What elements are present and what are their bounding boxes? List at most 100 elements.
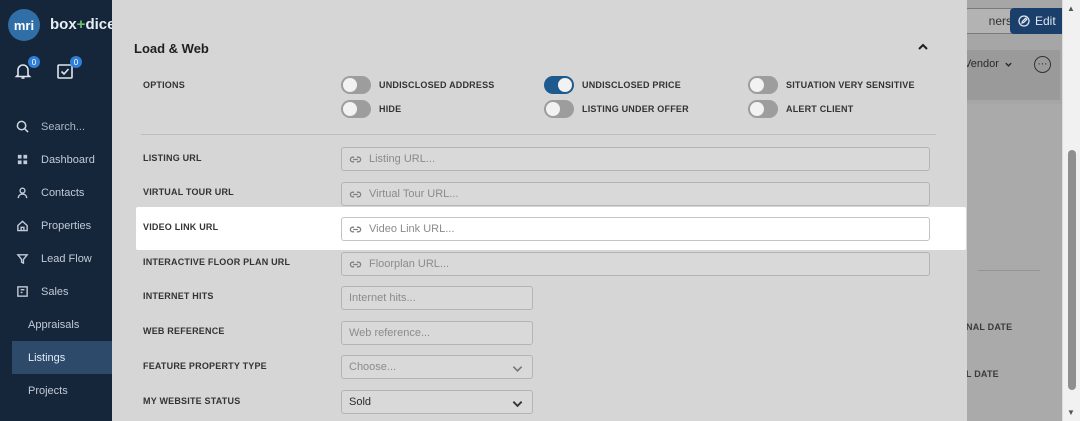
toggle-switch[interactable] — [748, 100, 778, 118]
sidebar-item-sales[interactable]: Sales — [0, 275, 112, 308]
my-website-status-label: MY WEBSITE STATUS — [143, 396, 241, 406]
option-situation-very-sensitive[interactable]: SITUATION VERY SENSITIVE — [748, 76, 915, 94]
sidebar-item-label: Lead Flow — [41, 252, 92, 265]
chevron-down-icon — [512, 401, 523, 408]
sidebar-item-contacts[interactable]: Contacts — [0, 176, 112, 209]
sidebar-item-projects[interactable]: Projects — [0, 374, 112, 407]
option-undisclosed-price[interactable]: UNDISCLOSED PRICE — [544, 76, 681, 94]
chevron-down-icon — [512, 366, 523, 373]
search-icon — [16, 120, 29, 133]
user-icon — [17, 187, 28, 199]
listing-url-placeholder: Listing URL... — [369, 153, 436, 165]
toggle-switch[interactable] — [544, 76, 574, 94]
load-web-modal: Load & Web OPTIONS UNDISCLOSED ADDRESS U… — [112, 0, 967, 421]
web-reference-label: WEB REFERENCE — [143, 326, 225, 336]
feature-property-type-label: FEATURE PROPERTY TYPE — [143, 361, 267, 371]
toggle-switch[interactable] — [341, 100, 371, 118]
option-label: LISTING UNDER OFFER — [582, 104, 689, 114]
grid-icon — [17, 154, 28, 165]
my-website-status-select[interactable]: Sold — [341, 390, 533, 414]
option-alert-client[interactable]: ALERT CLIENT — [748, 100, 853, 118]
web-reference-placeholder: Web reference... — [349, 327, 431, 339]
notification-badge: 0 — [28, 56, 40, 68]
virtual-tour-url-label: VIRTUAL TOUR URL — [143, 187, 234, 197]
sidebar-item-label: Sales — [41, 285, 69, 298]
page-scrollbar[interactable]: ▲ ▼ — [1062, 0, 1080, 421]
floor-plan-url-placeholder: Floorplan URL... — [369, 258, 450, 270]
sidebar-item-properties[interactable]: Properties — [0, 209, 112, 242]
sidebar-item-listings[interactable]: Listings — [12, 341, 112, 374]
toggle-switch[interactable] — [341, 76, 371, 94]
internet-hits-input[interactable]: Internet hits... — [341, 286, 533, 310]
sales-icon — [17, 286, 28, 297]
virtual-tour-url-input[interactable]: Virtual Tour URL... — [341, 182, 930, 206]
web-reference-input[interactable]: Web reference... — [341, 321, 533, 345]
more-options-icon[interactable]: ⋯ — [1034, 56, 1051, 73]
link-icon — [349, 261, 362, 267]
bell-icon[interactable]: 0 — [14, 56, 40, 80]
owners-label: ners — [988, 14, 1012, 28]
home-icon — [17, 220, 28, 232]
sidebar-item-appraisals[interactable]: Appraisals — [0, 308, 112, 341]
chevron-up-icon[interactable] — [916, 40, 930, 54]
virtual-tour-url-placeholder: Virtual Tour URL... — [369, 188, 459, 200]
brand-right: dice — [85, 16, 116, 33]
sidebar: mri box+dice 0 0 Search... Dashboard Con… — [0, 0, 115, 421]
sidebar-item-label: Properties — [41, 219, 92, 232]
toggle-switch[interactable] — [748, 76, 778, 94]
options-label: OPTIONS — [143, 80, 185, 90]
scroll-up-arrow-icon[interactable]: ▲ — [1067, 4, 1075, 13]
floor-plan-url-label: INTERACTIVE FLOOR PLAN URL — [143, 257, 291, 267]
funnel-icon — [16, 254, 29, 265]
sidebar-item-lead-flow[interactable]: Lead Flow — [0, 242, 112, 275]
scroll-down-arrow-icon[interactable]: ▼ — [1067, 408, 1075, 417]
video-link-url-input[interactable]: Video Link URL... — [341, 217, 930, 241]
scroll-thumb[interactable] — [1068, 150, 1076, 390]
link-icon — [349, 226, 362, 232]
my-website-status-value: Sold — [349, 396, 372, 408]
brand-name: box+dice — [50, 16, 115, 33]
edit-label: Edit — [1035, 14, 1056, 28]
section-divider — [141, 134, 936, 135]
task-check-icon[interactable]: 0 — [56, 56, 82, 80]
feature-property-type-placeholder: Choose... — [349, 361, 397, 373]
chevron-down-icon — [1005, 62, 1012, 67]
link-icon — [349, 191, 362, 197]
task-badge: 0 — [70, 56, 82, 68]
sidebar-sub-label: Projects — [28, 384, 68, 397]
floor-plan-url-input[interactable]: Floorplan URL... — [341, 252, 930, 276]
sidebar-nav: Search... Dashboard Contacts Properties … — [0, 110, 112, 407]
sidebar-item-dashboard[interactable]: Dashboard — [0, 143, 112, 176]
listing-url-label: LISTING URL — [143, 153, 202, 163]
video-link-url-label: VIDEO LINK URL — [143, 222, 219, 232]
internet-hits-placeholder: Internet hits... — [349, 292, 416, 304]
edit-button[interactable]: Edit — [1010, 8, 1068, 34]
option-listing-under-offer[interactable]: LISTING UNDER OFFER — [544, 100, 689, 118]
internet-hits-label: INTERNET HITS — [143, 291, 214, 301]
mri-logo[interactable]: mri — [8, 9, 40, 41]
option-label: HIDE — [379, 104, 402, 114]
option-hide[interactable]: HIDE — [341, 100, 401, 118]
sidebar-search-label: Search... — [41, 120, 86, 133]
video-link-url-placeholder: Video Link URL... — [369, 223, 455, 235]
sidebar-search[interactable]: Search... — [0, 110, 112, 143]
feature-property-type-select[interactable]: Choose... — [341, 355, 533, 379]
edit-pencil-icon — [1018, 15, 1030, 27]
option-undisclosed-address[interactable]: UNDISCLOSED ADDRESS — [341, 76, 494, 94]
option-label: UNDISCLOSED PRICE — [582, 80, 681, 90]
background-label: NAL DATE — [966, 322, 1013, 332]
vendor-select[interactable]: Vendor — [964, 58, 1013, 70]
option-label: ALERT CLIENT — [786, 104, 854, 114]
top-icons: 0 0 — [14, 56, 82, 80]
listing-url-input[interactable]: Listing URL... — [341, 147, 930, 171]
toggle-switch[interactable] — [544, 100, 574, 118]
link-icon — [349, 156, 362, 162]
background-label: L DATE — [966, 369, 999, 379]
brand-left: box — [50, 16, 77, 33]
sidebar-item-label: Contacts — [41, 186, 85, 199]
background-divider — [978, 270, 1040, 271]
option-label: UNDISCLOSED ADDRESS — [379, 80, 495, 90]
section-title: Load & Web — [134, 41, 209, 56]
sidebar-sub-label: Listings — [28, 351, 66, 364]
sidebar-item-label: Dashboard — [41, 153, 95, 166]
